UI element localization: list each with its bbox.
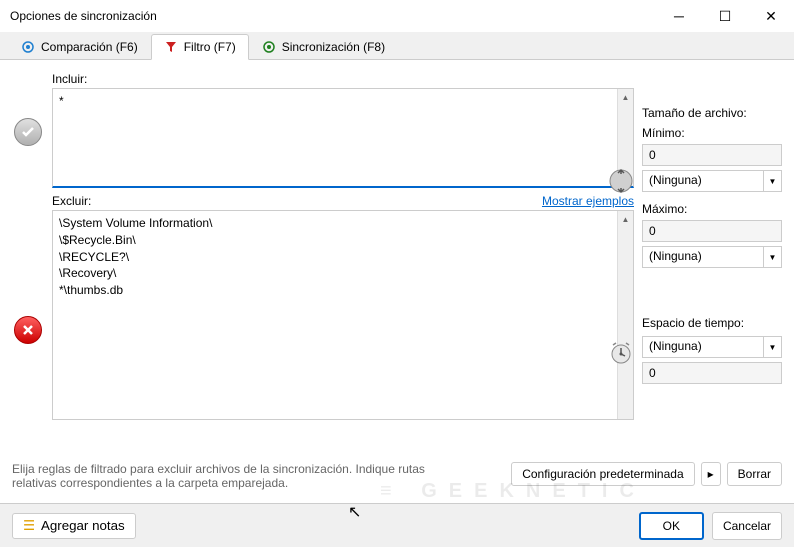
- clear-button[interactable]: Borrar: [727, 462, 782, 486]
- max-unit-value: (Ninguna): [643, 247, 763, 267]
- exclude-icon: [14, 316, 42, 344]
- chevron-down-icon[interactable]: ▼: [763, 247, 781, 267]
- show-examples-link[interactable]: Mostrar ejemplos: [542, 194, 634, 208]
- sync-gear-icon: [262, 40, 276, 54]
- clock-icon: [608, 340, 634, 366]
- default-config-button[interactable]: Configuración predeterminada: [511, 462, 694, 486]
- max-size-input[interactable]: [643, 221, 794, 241]
- min-size-input[interactable]: [643, 145, 794, 165]
- timespan-unit-dropdown[interactable]: (Ninguna) ▼: [642, 336, 782, 358]
- window-title: Opciones de sincronización: [10, 9, 157, 23]
- add-notes-button[interactable]: ☰ Agregar notas: [12, 513, 136, 539]
- tab-sync-label: Sincronización (F8): [282, 40, 385, 54]
- include-label: Incluir:: [52, 72, 634, 86]
- max-label: Máximo:: [642, 202, 782, 216]
- close-button[interactable]: ✕: [748, 0, 794, 32]
- timespan-heading: Espacio de tiempo:: [642, 316, 782, 330]
- chevron-down-icon[interactable]: ▼: [763, 337, 781, 357]
- min-unit-dropdown[interactable]: (Ninguna) ▼: [642, 170, 782, 192]
- timespan-spinner[interactable]: ▲▼: [642, 362, 782, 384]
- exclude-textarea[interactable]: [53, 211, 617, 419]
- scroll-up-icon[interactable]: ▲: [618, 211, 633, 227]
- funnel-icon: [164, 40, 178, 54]
- tab-sync[interactable]: Sincronización (F8): [249, 34, 398, 59]
- scroll-up-icon[interactable]: ▲: [618, 89, 633, 105]
- ok-button[interactable]: OK: [639, 512, 704, 540]
- tab-filter-label: Filtro (F7): [184, 40, 236, 54]
- minimize-button[interactable]: ─: [656, 0, 702, 32]
- chevron-down-icon[interactable]: ▼: [763, 171, 781, 191]
- cancel-button[interactable]: Cancelar: [712, 512, 782, 540]
- max-size-spinner[interactable]: ▲▼: [642, 220, 782, 242]
- help-text: Elija reglas de filtrado para excluir ar…: [12, 462, 432, 490]
- tab-filter[interactable]: Filtro (F7): [151, 34, 249, 60]
- filesize-heading: Tamaño de archivo:: [642, 106, 782, 120]
- include-textarea[interactable]: [53, 89, 617, 186]
- min-size-spinner[interactable]: ▲▼: [642, 144, 782, 166]
- exclude-label: Excluir:: [52, 194, 91, 208]
- gear-icon: [21, 40, 35, 54]
- maximize-button[interactable]: ☐: [702, 0, 748, 32]
- notes-icon: ☰: [23, 518, 35, 534]
- tab-compare-label: Comparación (F6): [41, 40, 138, 54]
- timespan-unit-value: (Ninguna): [643, 337, 763, 357]
- min-label: Mínimo:: [642, 126, 782, 140]
- add-notes-label: Agregar notas: [41, 518, 125, 533]
- timespan-input[interactable]: [643, 363, 794, 383]
- exclude-scrollbar[interactable]: ▲: [617, 211, 633, 419]
- tab-compare[interactable]: Comparación (F6): [8, 34, 151, 59]
- min-unit-value: (Ninguna): [643, 171, 763, 191]
- max-unit-dropdown[interactable]: (Ninguna) ▼: [642, 246, 782, 268]
- filesize-icon: [608, 168, 634, 194]
- include-icon: [14, 118, 42, 146]
- default-config-menu-button[interactable]: ▸: [701, 462, 721, 486]
